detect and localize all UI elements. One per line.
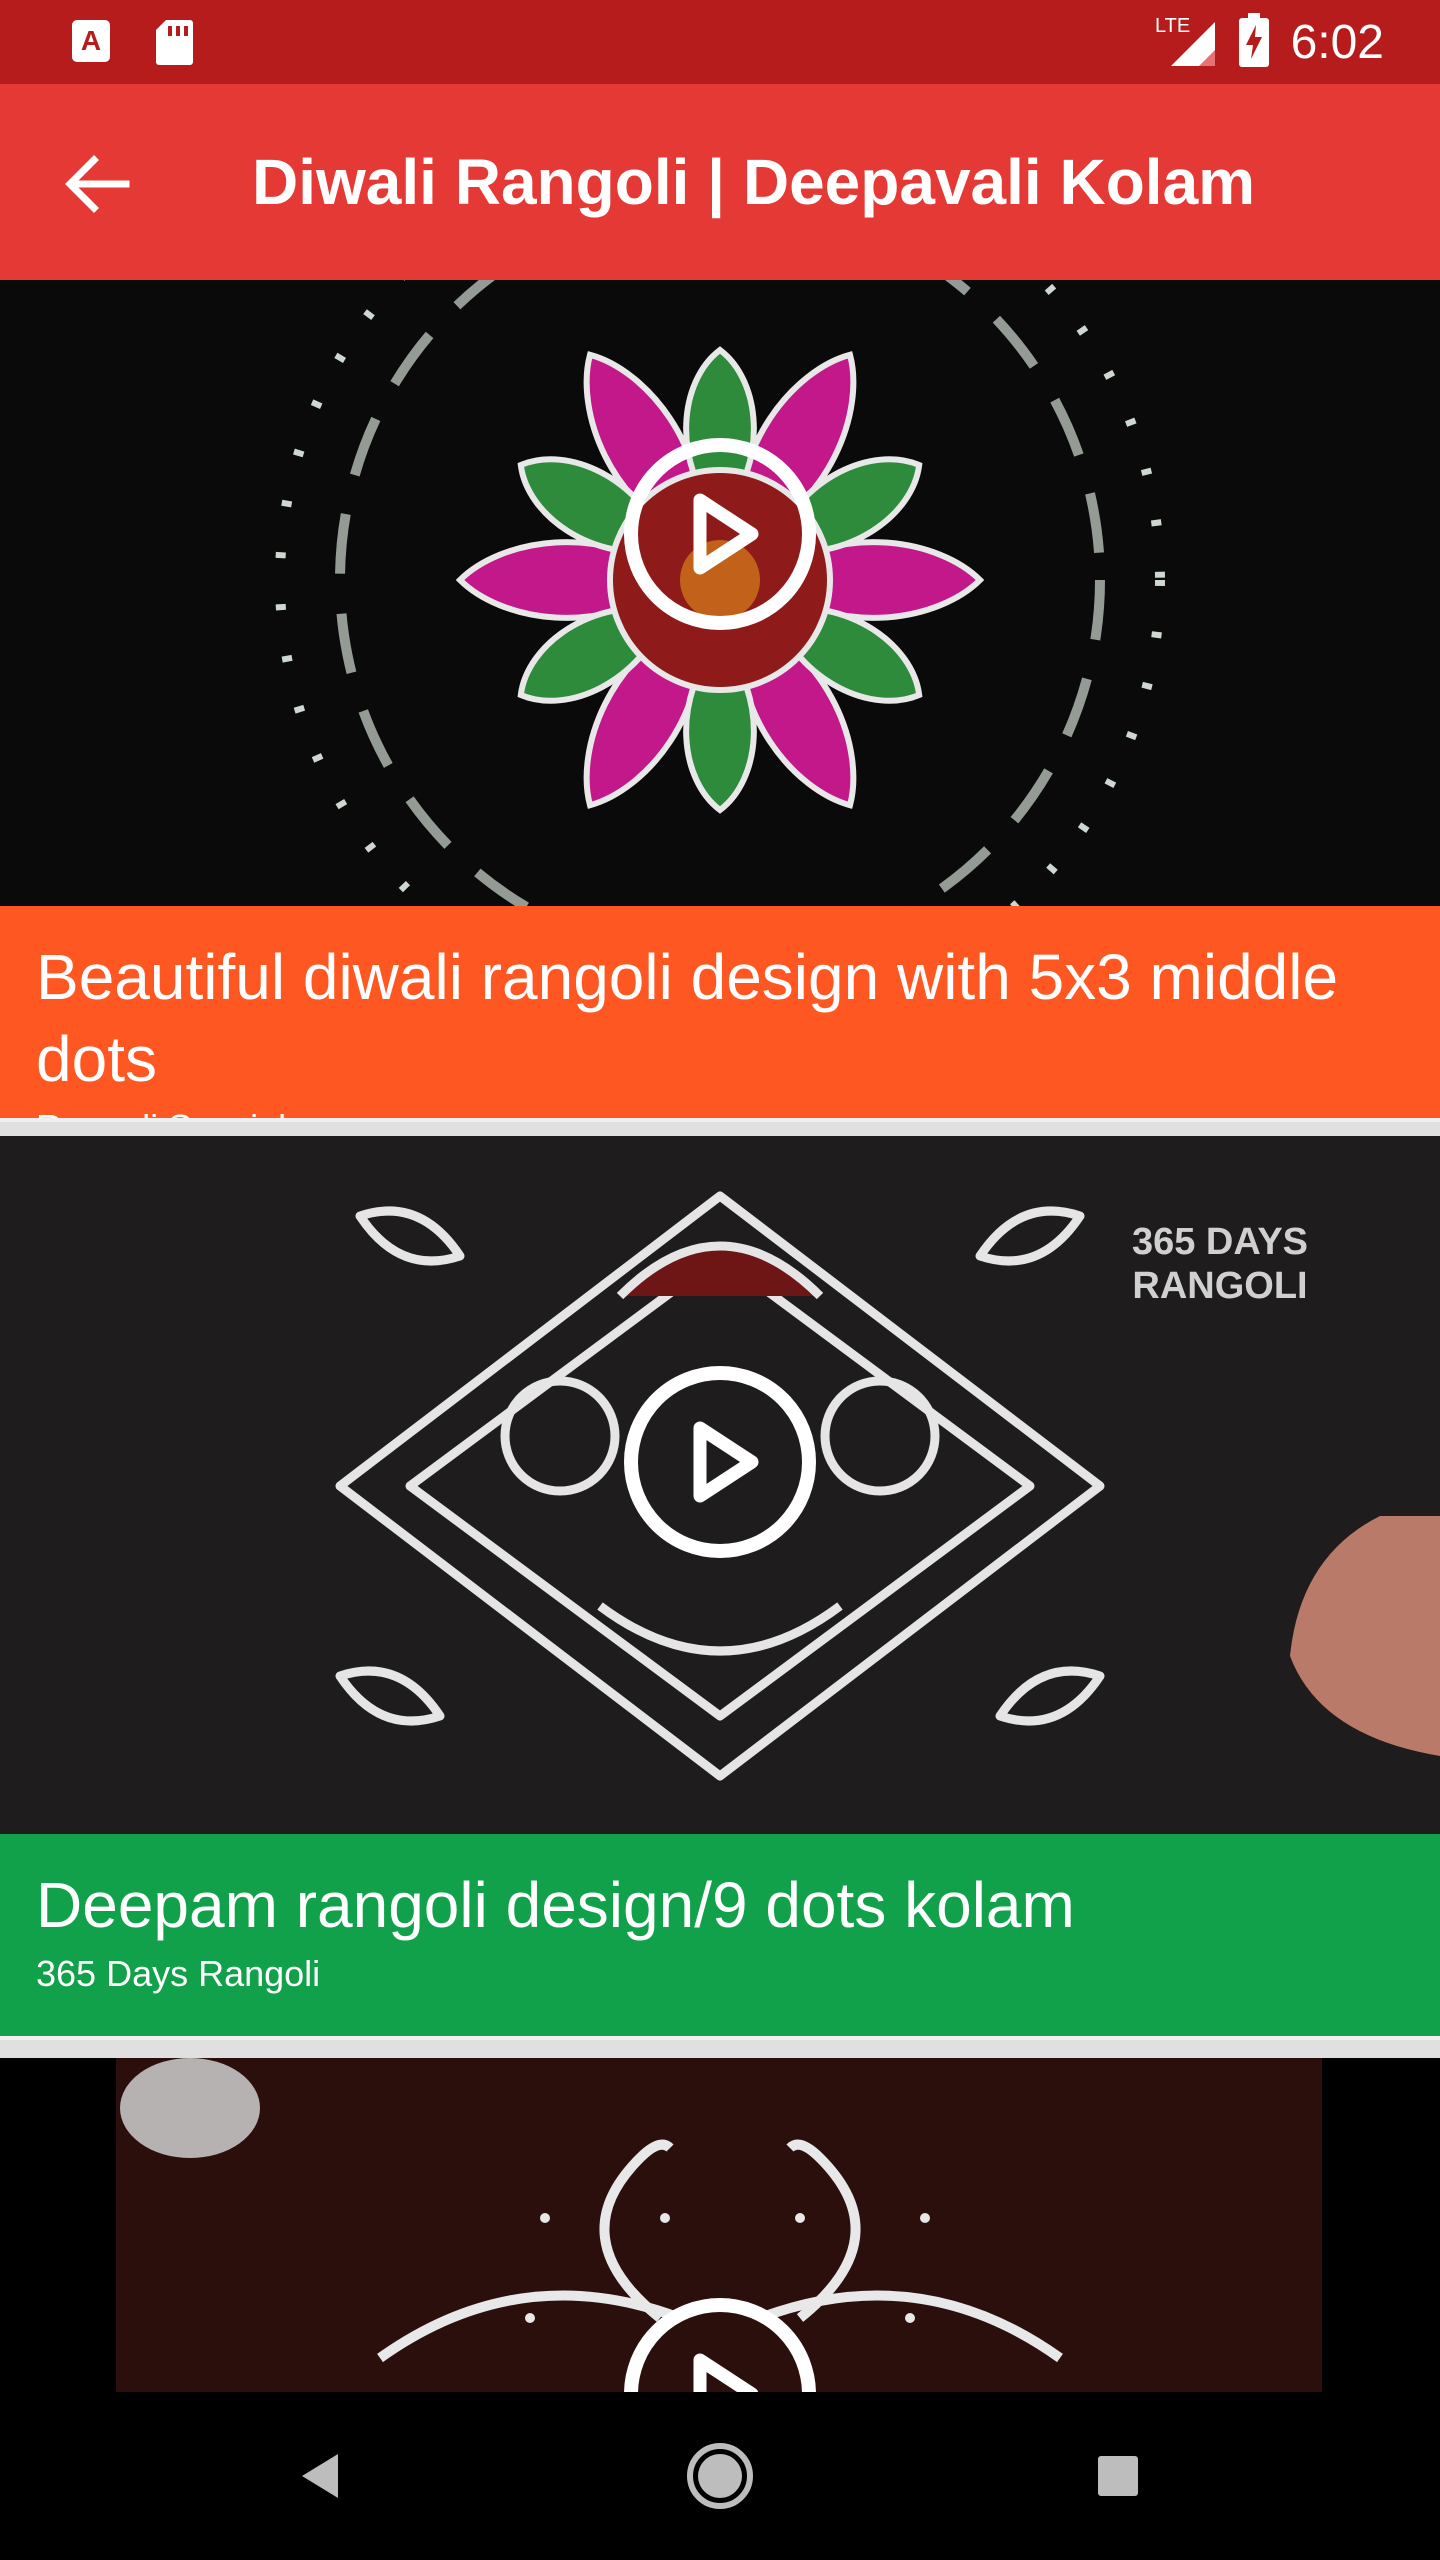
play-icon [693, 2353, 759, 2392]
video-caption[interactable]: Beautiful diwali rangoli design with 5x3… [0, 906, 1440, 1118]
video-list[interactable]: Beautiful diwali rangoli design with 5x3… [0, 280, 1440, 2392]
video-card[interactable]: Beautiful diwali rangoli design with 5x3… [0, 280, 1440, 1122]
video-card[interactable] [0, 2058, 1440, 2392]
play-button[interactable] [624, 438, 816, 630]
network-type-label: LTE [1155, 15, 1190, 37]
video-thumbnail[interactable] [0, 280, 1440, 906]
svg-text:A: A [81, 25, 101, 56]
play-icon [693, 1421, 759, 1503]
app-bar: Diwali Rangoli | Deepavali Kolam [0, 84, 1440, 280]
system-nav-bar [0, 2392, 1440, 2560]
text-a-notification-icon: A [70, 18, 112, 71]
video-title: Beautiful diwali rangoli design with 5x3… [36, 941, 1339, 1095]
video-channel: 365 Days Rangoli [36, 1953, 321, 1994]
sd-card-icon [154, 18, 194, 71]
status-time: 6:02 [1290, 15, 1384, 69]
battery-charging-icon [1238, 13, 1269, 72]
play-button[interactable] [624, 1366, 816, 1558]
video-card[interactable]: 365 DAYS RANGOLI Deepam rangoli design/9… [0, 1136, 1440, 2040]
arrow-back-icon [65, 155, 130, 213]
video-caption[interactable]: Deepam rangoli design/9 dots kolam 365 D… [0, 1834, 1440, 2036]
video-thumbnail[interactable] [0, 2058, 1440, 2392]
back-button[interactable] [48, 136, 144, 232]
status-bar: A LTE 6:02 [0, 0, 1440, 84]
nav-back-button[interactable] [272, 2428, 368, 2524]
play-icon [693, 493, 759, 575]
page-title: Diwali Rangoli | Deepavali Kolam [252, 146, 1256, 218]
nav-home-icon [687, 2443, 753, 2509]
video-title: Deepam rangoli design/9 dots kolam [36, 1869, 1075, 1941]
thumbnail-overlay-line-2: RANGOLI [1132, 1265, 1307, 1307]
video-thumbnail[interactable]: 365 DAYS RANGOLI [0, 1136, 1440, 1834]
nav-recents-button[interactable] [1070, 2428, 1166, 2524]
video-channel: Rangoli Specials [36, 1104, 1404, 1118]
signal-icon: LTE [1153, 12, 1217, 73]
nav-recents-icon [1098, 2456, 1138, 2496]
thumbnail-overlay-line-1: 365 DAYS [1132, 1221, 1308, 1263]
nav-home-button[interactable] [672, 2428, 768, 2524]
nav-back-icon [302, 2454, 338, 2498]
